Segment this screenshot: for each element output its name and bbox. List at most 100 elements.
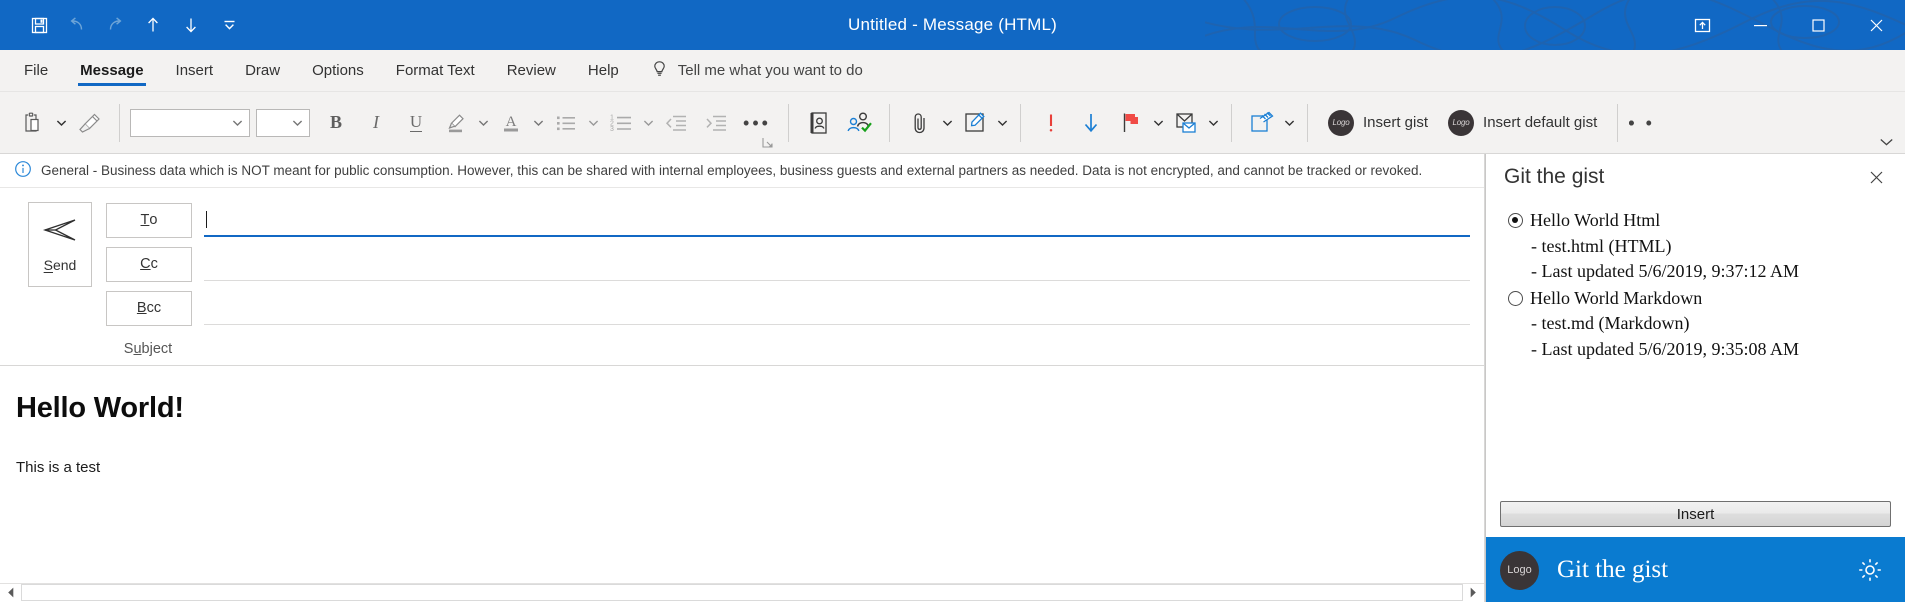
increase-indent-button[interactable] [696, 103, 736, 143]
gist-radio-button[interactable] [1508, 290, 1523, 306]
attach-file-button[interactable] [900, 103, 955, 143]
check-names-button[interactable] [839, 103, 879, 143]
tab-review[interactable]: Review [491, 50, 572, 91]
signature-chevron-down-icon[interactable] [995, 103, 1010, 143]
sensitivity-banner: General - Business data which is NOT mea… [0, 154, 1484, 188]
previous-item-icon[interactable] [136, 8, 170, 42]
ribbon-separator [889, 103, 890, 142]
gist-option[interactable]: Hello World Markdown - test.md (Markdown… [1508, 286, 1905, 363]
tab-draw[interactable]: Draw [229, 50, 296, 91]
send-icon [42, 217, 78, 248]
to-button[interactable]: To [106, 202, 192, 238]
paragraph-dialog-launcher[interactable] [760, 135, 774, 149]
insert-button[interactable]: Insert [1500, 501, 1891, 527]
underline-button[interactable]: U [396, 103, 436, 143]
font-size-chevron-down-icon [292, 119, 303, 126]
gist-option-label: Hello World Html [1530, 210, 1661, 230]
redo-icon[interactable] [98, 8, 132, 42]
numbering-chevron-down-icon[interactable] [641, 103, 656, 143]
address-book-button[interactable] [799, 103, 839, 143]
gist-option-row[interactable]: Hello World Markdown [1508, 286, 1905, 312]
signature-button[interactable] [955, 103, 1010, 143]
window-title: Untitled - Message (HTML) [847, 15, 1058, 34]
follow-up-chevron-down-icon[interactable] [1151, 103, 1166, 143]
follow-up-button[interactable] [1111, 103, 1166, 143]
tab-format-text[interactable]: Format Text [380, 50, 491, 91]
tab-file[interactable]: File [8, 50, 64, 91]
minimize-icon[interactable] [1731, 0, 1789, 50]
customize-quick-access-toolbar-icon[interactable] [212, 8, 246, 42]
recipient-fields: To Cc Bcc Subject [96, 202, 1484, 365]
mail-options-button[interactable] [1166, 103, 1221, 143]
gist-file-name: - test.md (Markdown) [1531, 313, 1690, 334]
numbering-button[interactable]: 1 2 3 [601, 103, 656, 143]
font-name-input[interactable] [130, 108, 250, 137]
tab-message[interactable]: Message [64, 50, 159, 91]
gear-icon[interactable] [1855, 555, 1885, 585]
view-templates-button[interactable] [1242, 103, 1297, 143]
font-color-button[interactable]: A [491, 103, 546, 143]
next-item-icon[interactable] [174, 8, 208, 42]
insert-default-gist-button[interactable]: Logo Insert default gist [1438, 102, 1607, 144]
to-input[interactable] [204, 203, 1470, 238]
bullets-icon [546, 103, 586, 143]
gist-radio-button[interactable] [1508, 213, 1523, 229]
format-painter-button[interactable] [69, 103, 109, 143]
mail-options-chevron-down-icon[interactable] [1206, 103, 1221, 143]
close-icon[interactable] [1847, 0, 1905, 50]
italic-button[interactable]: I [356, 103, 396, 143]
font-size-input[interactable] [256, 108, 310, 137]
tell-me-label: Tell me what you want to do [677, 62, 863, 79]
message-headers: Send To Cc Bcc Subject [0, 188, 1484, 366]
ribbon-toolbar: B I U A 1 2 3 ••• Logo Insert gist Logo … [0, 92, 1905, 154]
bullets-chevron-down-icon[interactable] [586, 103, 601, 143]
attach-chevron-down-icon[interactable] [940, 103, 955, 143]
scroll-left-arrow-icon[interactable] [2, 584, 20, 601]
scrollbar-track[interactable] [21, 584, 1463, 601]
highlight-chevron-down-icon[interactable] [476, 103, 491, 143]
compose-area: General - Business data which is NOT mea… [0, 154, 1485, 602]
save-icon[interactable] [22, 8, 56, 42]
tell-me-search[interactable]: Tell me what you want to do [635, 50, 879, 91]
scroll-right-arrow-icon[interactable] [1464, 584, 1482, 601]
bcc-row: Bcc [106, 290, 1484, 327]
ribbon-separator [1617, 103, 1619, 142]
decrease-indent-button[interactable] [656, 103, 696, 143]
subject-input[interactable] [202, 334, 1470, 364]
title-bar: Untitled - Message (HTML) [0, 0, 1905, 50]
message-body[interactable]: Hello World! This is a test [0, 366, 1484, 583]
ribbon-display-options-icon[interactable] [1673, 0, 1731, 50]
cc-button[interactable]: Cc [106, 246, 192, 282]
to-row: To [106, 202, 1484, 239]
cc-input[interactable] [204, 247, 1470, 282]
maximize-icon[interactable] [1789, 0, 1847, 50]
tab-options[interactable]: Options [296, 50, 380, 91]
bcc-input[interactable] [204, 291, 1470, 326]
gist-option[interactable]: Hello World Html - test.html (HTML) - La… [1508, 208, 1905, 285]
tab-help[interactable]: Help [572, 50, 635, 91]
horizontal-scrollbar[interactable] [0, 583, 1484, 602]
gist-option-row[interactable]: Hello World Html [1508, 208, 1905, 234]
bullets-button[interactable] [546, 103, 601, 143]
insert-gist-button[interactable]: Logo Insert gist [1318, 102, 1438, 144]
view-templates-chevron-down-icon[interactable] [1282, 103, 1297, 143]
collapse-ribbon-chevron-down-icon[interactable] [1877, 134, 1895, 150]
ribbon-group-names [799, 92, 879, 153]
addin-logo-icon: Logo [1328, 109, 1354, 136]
undo-icon[interactable] [60, 8, 94, 42]
bold-button[interactable]: B [316, 103, 356, 143]
font-color-chevron-down-icon[interactable] [531, 103, 546, 143]
text-highlight-color-button[interactable] [436, 103, 491, 143]
task-pane-close-icon[interactable] [1863, 164, 1889, 190]
high-importance-button[interactable] [1031, 103, 1071, 143]
paste-button[interactable] [14, 103, 69, 143]
send-button[interactable]: Send [28, 202, 92, 287]
ribbon-separator [1307, 103, 1308, 142]
ribbon-overflow-button[interactable]: • • • [1628, 103, 1670, 143]
bcc-button[interactable]: Bcc [106, 290, 192, 326]
addin-logo-icon: Logo [1448, 109, 1475, 136]
low-importance-button[interactable] [1071, 103, 1111, 143]
svg-text:A: A [506, 114, 517, 130]
tab-insert[interactable]: Insert [160, 50, 230, 91]
paste-chevron-down-icon[interactable] [54, 103, 69, 143]
